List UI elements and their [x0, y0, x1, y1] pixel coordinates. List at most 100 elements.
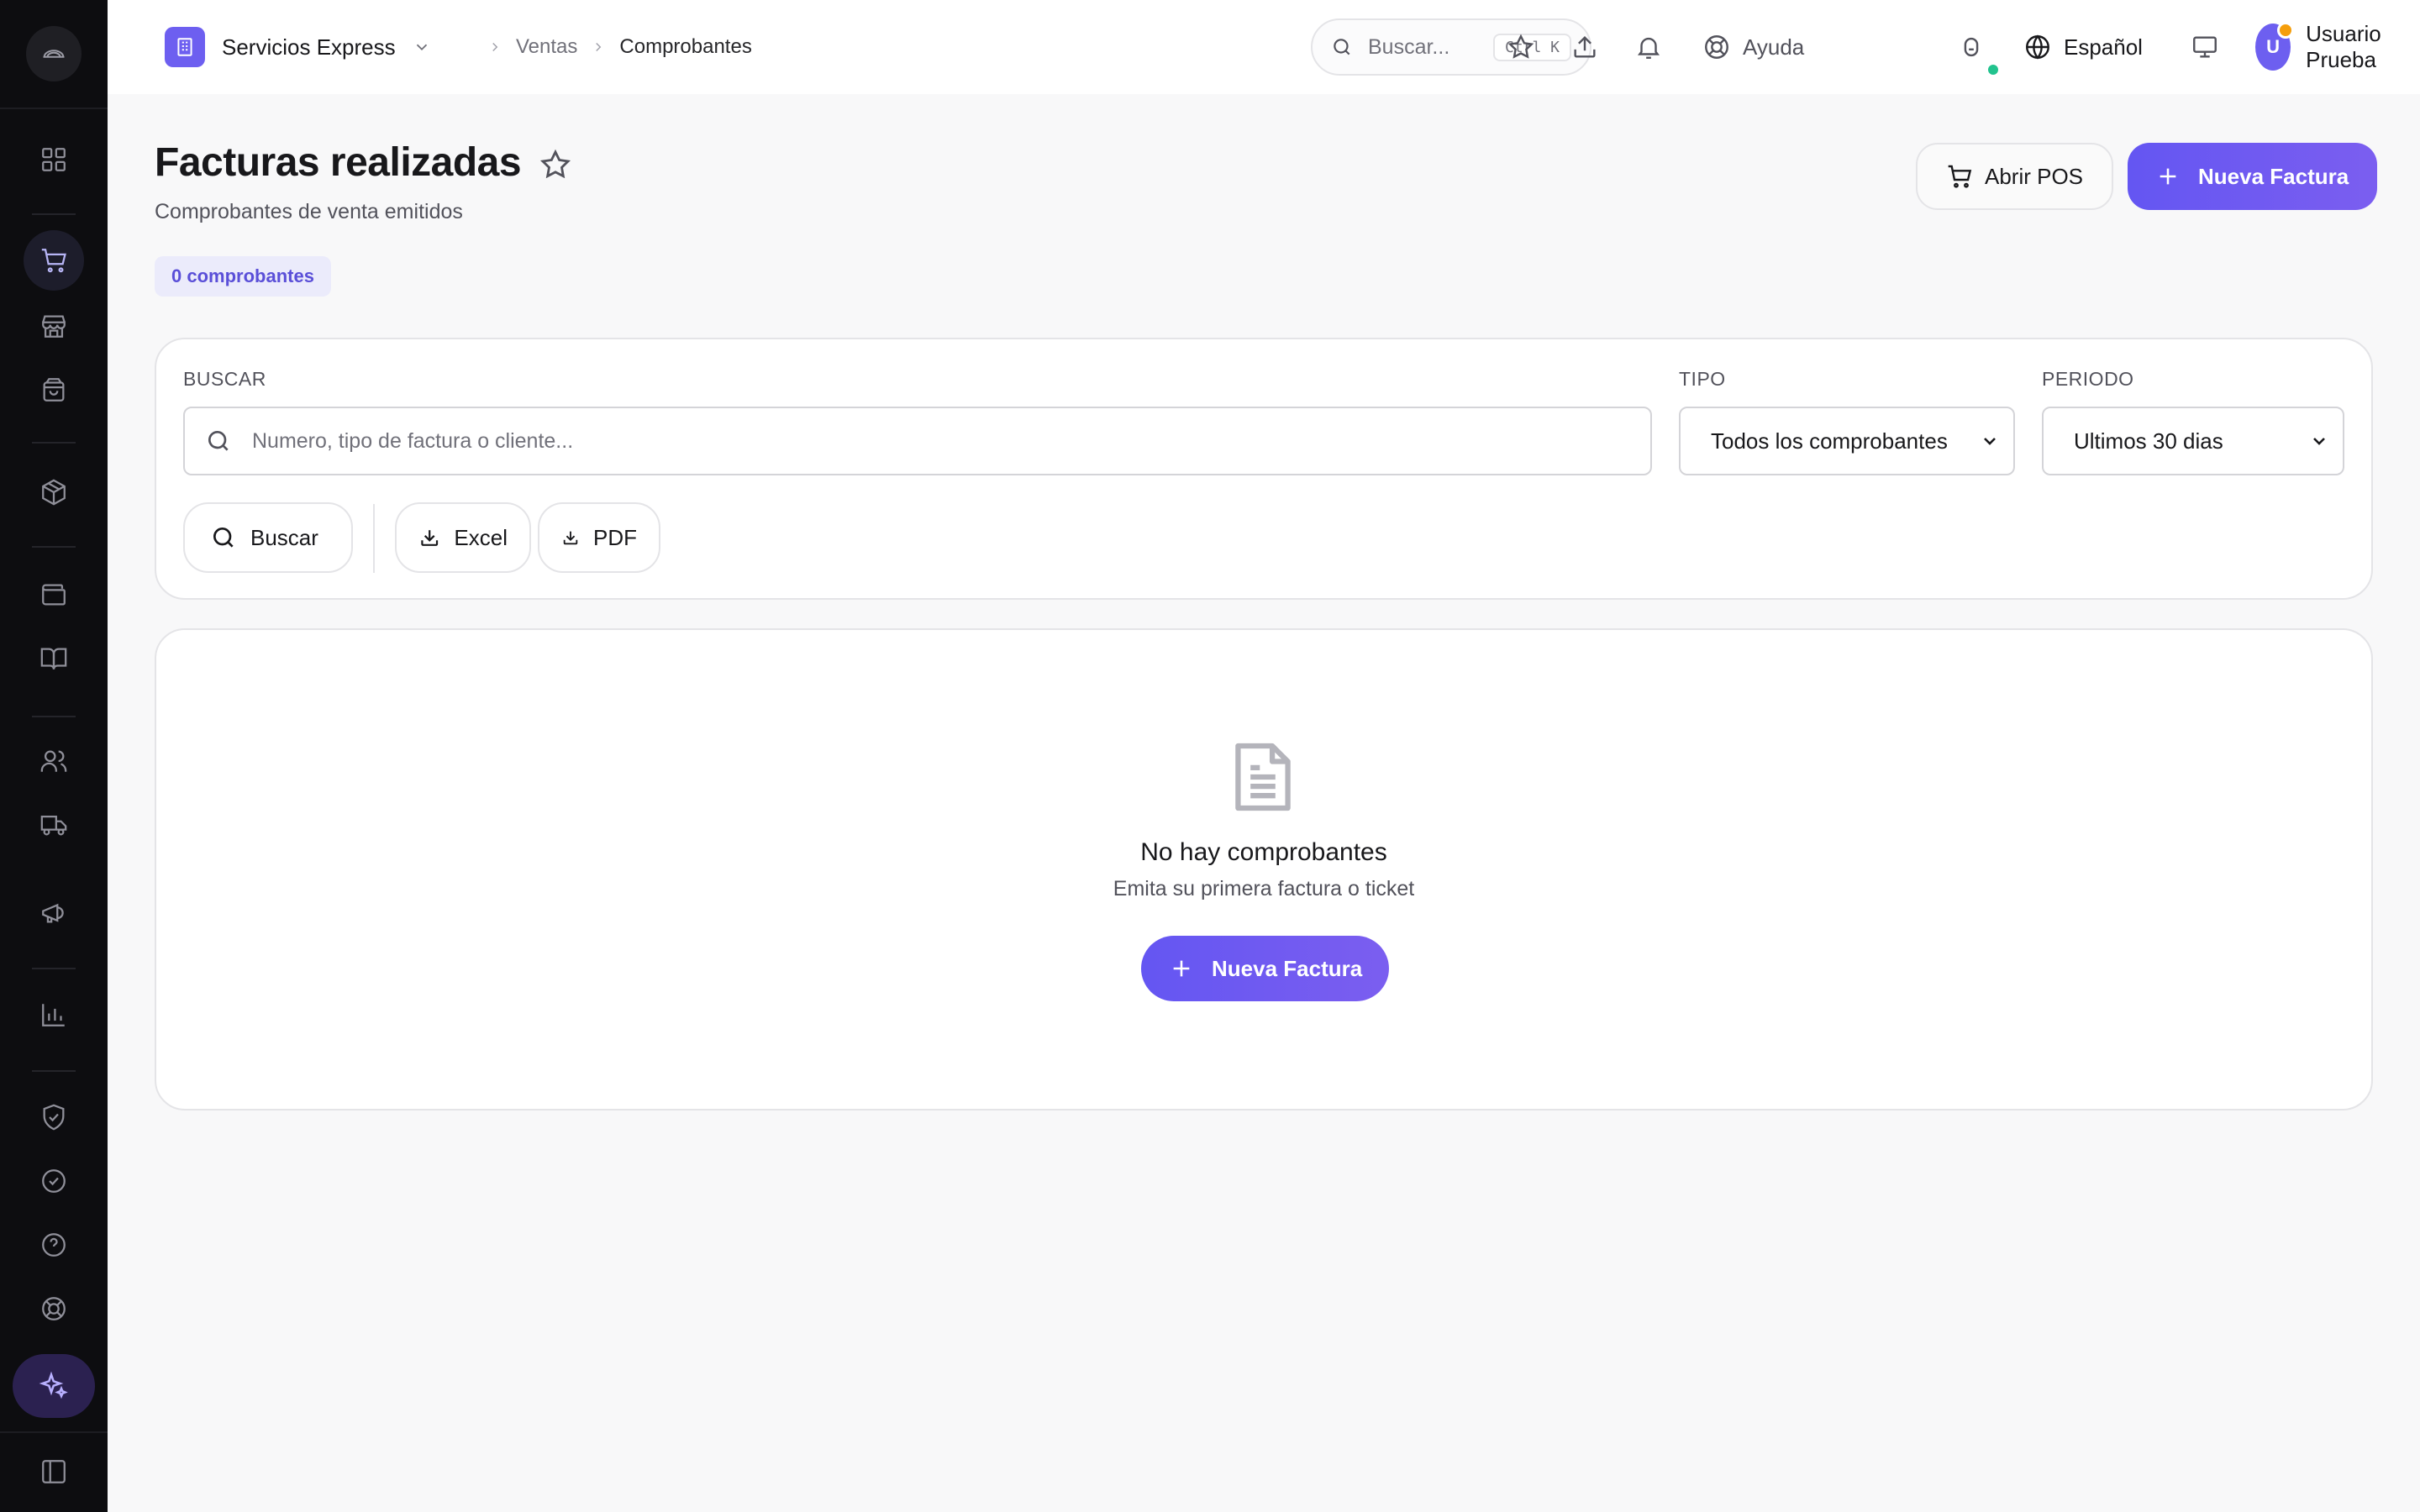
export-excel-button[interactable]: Excel	[395, 502, 531, 573]
notifications-button[interactable]	[1630, 29, 1667, 66]
shopping-bag-icon	[43, 378, 65, 402]
sidebar-item-dashboard[interactable]	[24, 129, 84, 190]
sidebar-divider	[32, 442, 76, 444]
type-label: TIPO	[1679, 368, 1726, 390]
search-button[interactable]: Buscar	[183, 502, 353, 573]
workspace-logo[interactable]	[26, 26, 82, 81]
export-pdf-button[interactable]: PDF	[538, 502, 660, 573]
search-field[interactable]	[183, 407, 1652, 475]
empty-state-title: No hay comprobantes	[1140, 838, 1387, 866]
workspace-switcher[interactable]: Servicios Express	[165, 27, 431, 67]
bell-icon	[1637, 37, 1660, 59]
sidebar-item-marketing[interactable]	[24, 882, 84, 942]
shield-check-icon	[43, 1104, 65, 1131]
sidebar-item-accounting[interactable]	[24, 628, 84, 689]
bar-chart-icon	[42, 1004, 65, 1026]
display-button[interactable]	[2186, 29, 2223, 66]
help-circle-icon	[42, 1233, 66, 1257]
sidebar-item-help[interactable]	[24, 1215, 84, 1275]
chevron-right-icon	[492, 42, 498, 52]
results-card	[155, 628, 2373, 1110]
search-input[interactable]	[252, 428, 1630, 454]
sidebar-item-products[interactable]	[24, 462, 84, 522]
sidebar-divider	[32, 1070, 76, 1072]
search-label: BUSCAR	[183, 368, 266, 390]
cart-icon	[41, 249, 66, 273]
upload-button[interactable]	[1566, 29, 1603, 66]
star-icon	[1507, 34, 1534, 59]
period-select-value: Ultimos 30 dias	[2074, 428, 2223, 454]
favorites-button[interactable]	[1502, 29, 1539, 66]
empty-state-new-invoice-button[interactable]: Nueva Factura	[1141, 936, 1390, 1001]
search-button-label: Buscar	[250, 524, 318, 550]
dashboard-icon	[42, 148, 66, 171]
search-icon	[1334, 39, 1350, 55]
chevron-right-icon	[596, 42, 602, 52]
global-search[interactable]: Buscar... Ctrl K	[1311, 18, 1591, 76]
sidebar-item-security[interactable]	[24, 1087, 84, 1147]
life-buoy-icon	[42, 1297, 66, 1320]
package-icon	[42, 479, 66, 506]
online-status-dot	[1986, 63, 2000, 76]
sidebar-collapse-button[interactable]	[24, 1441, 84, 1502]
search-icon	[213, 528, 234, 548]
sidebar-divider	[32, 213, 76, 215]
type-select-value: Todos los comprobantes	[1711, 428, 1948, 454]
sidebar-item-reports[interactable]	[24, 984, 84, 1045]
sidebar-divider	[32, 968, 76, 969]
download-icon	[563, 531, 578, 545]
page-title: Facturas realizadas	[155, 140, 522, 185]
sidebar-item-purchases[interactable]	[24, 360, 84, 420]
help-button[interactable]: Ayuda	[1702, 25, 1804, 69]
period-select[interactable]: Ultimos 30 dias	[2042, 407, 2344, 475]
megaphone-icon	[42, 903, 64, 923]
empty-state-subtitle: Emita su primera factura o ticket	[1113, 877, 1415, 900]
avatar: U	[2255, 22, 2295, 71]
new-invoice-button[interactable]: Nueva Factura	[2128, 143, 2378, 210]
sidebar-item-wallet[interactable]	[24, 564, 84, 625]
sidebar-divider	[32, 716, 76, 717]
monitor-icon	[2193, 36, 2217, 58]
panel-left-icon	[42, 1460, 66, 1483]
count-badge: 0 comprobantes	[155, 256, 331, 297]
avatar-initial: U	[2266, 36, 2280, 57]
favorite-star-icon[interactable]	[539, 148, 572, 181]
breadcrumb-current: Comprobantes	[619, 35, 752, 58]
type-select[interactable]: Todos los comprobantes	[1679, 407, 2015, 475]
cart-icon	[1948, 165, 1972, 188]
upload-icon	[1574, 35, 1596, 58]
open-pos-label: Abrir POS	[1985, 163, 2084, 189]
sidebar-item-sales[interactable]	[24, 230, 84, 291]
user-name: Usuario Prueba	[2306, 21, 2381, 72]
help-label: Ayuda	[1743, 34, 1805, 60]
sidebar-divider	[0, 1431, 108, 1433]
breadcrumb-ventas[interactable]: Ventas	[516, 35, 577, 59]
sidebar-item-suppliers[interactable]	[24, 795, 84, 855]
page-subtitle: Comprobantes de venta emitidos	[155, 200, 463, 223]
assistant-status-button[interactable]	[1953, 29, 1990, 66]
download-icon	[421, 530, 439, 546]
sidebar-item-customers[interactable]	[24, 731, 84, 791]
workspace-name: Servicios Express	[222, 34, 396, 60]
excel-label: Excel	[454, 524, 508, 550]
toolbar-divider	[373, 504, 375, 573]
check-circle-icon	[42, 1169, 66, 1193]
logo-icon	[43, 50, 65, 58]
pdf-label: PDF	[593, 524, 637, 550]
building-icon	[165, 27, 205, 67]
language-selector[interactable]: Español	[2023, 25, 2143, 69]
sidebar-ai-assistant-button[interactable]	[13, 1354, 95, 1418]
sidebar-item-support[interactable]	[24, 1278, 84, 1339]
sidebar-item-store[interactable]	[24, 296, 84, 356]
bot-icon	[1964, 37, 1979, 57]
globe-icon	[2026, 34, 2049, 60]
book-open-icon	[40, 648, 67, 669]
open-pos-button[interactable]: Abrir POS	[1916, 143, 2114, 210]
global-search-placeholder: Buscar...	[1368, 34, 1450, 59]
sidebar	[0, 0, 108, 1512]
user-menu[interactable]: U Usuario Prueba	[2255, 21, 2420, 72]
sidebar-divider	[0, 108, 108, 109]
sidebar-item-tasks[interactable]	[24, 1151, 84, 1211]
plus-icon	[2160, 168, 2176, 185]
truck-icon	[40, 815, 67, 836]
